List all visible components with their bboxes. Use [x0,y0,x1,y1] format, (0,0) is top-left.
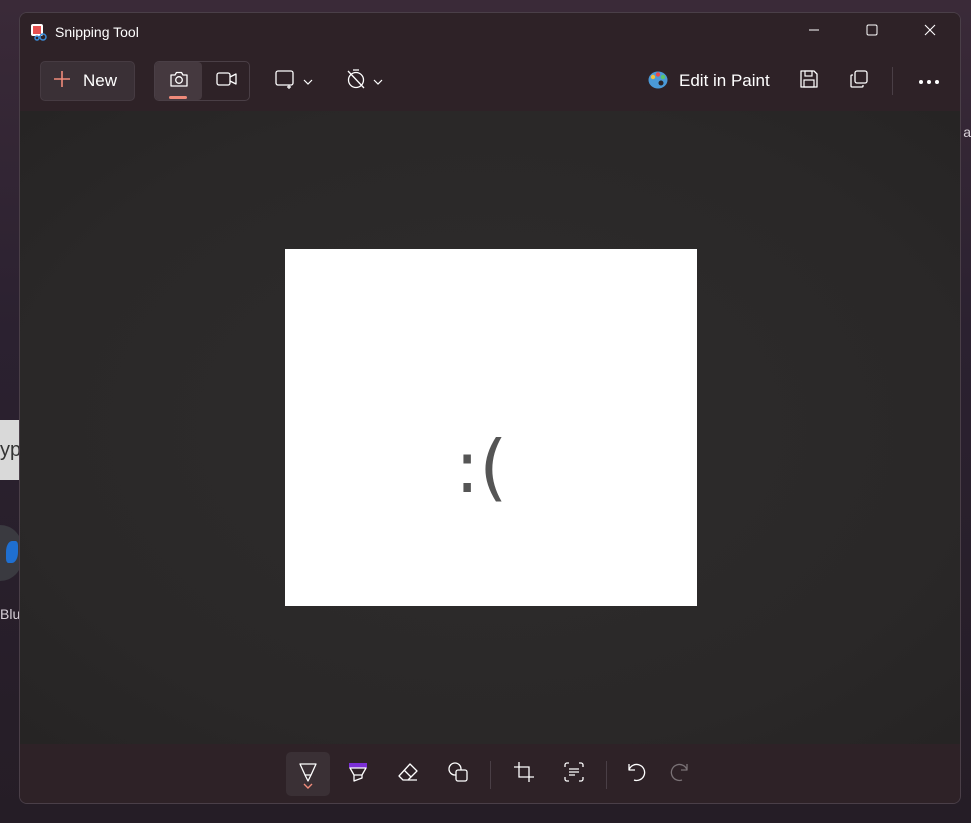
top-toolbar: New Edit in Paint [20,51,960,111]
no-delay-timer-icon [345,68,367,95]
rectangle-snip-icon [275,69,297,94]
crop-button[interactable] [502,752,546,796]
new-snip-button[interactable]: New [40,61,135,101]
snipping-tool-app-icon [30,23,48,41]
maximize-icon [866,23,878,41]
copy-button[interactable] [841,63,877,99]
text-actions-button[interactable] [552,752,596,796]
snip-mode-button[interactable] [155,62,202,100]
highlighter-button[interactable] [336,752,380,796]
record-mode-button[interactable] [203,62,250,100]
highlighter-icon [347,761,369,788]
edit-in-paint-label: Edit in Paint [679,71,770,90]
more-icon [918,72,940,90]
markup-toolbar [20,744,960,803]
snipping-tool-window: Snipping Tool New Edit in Paint:( [19,12,961,804]
copy-icon [849,69,869,94]
close-icon [924,23,936,41]
paint-app-icon [647,68,669,95]
edit-in-paint-button[interactable]: Edit in Paint [647,61,770,101]
redo-button[interactable] [658,752,702,796]
title-bar[interactable]: Snipping Tool [20,13,960,51]
minimize-icon [808,23,820,41]
background-text-fragment: yp [0,439,20,461]
chevron-down-icon [303,72,313,90]
snip-shape-dropdown[interactable] [275,63,325,99]
toolbar-divider [892,67,893,95]
capture-mode-toggle [154,61,250,101]
shapes-button[interactable] [436,752,480,796]
minimize-button[interactable] [785,13,843,51]
redo-icon [669,761,691,788]
eraser-icon [397,761,419,788]
selected-mode-indicator [169,96,187,99]
sad-face-text: :( [455,425,508,509]
more-options-button[interactable] [911,63,947,99]
background-label-fragment-right: a [963,124,971,140]
undo-icon [625,761,647,788]
crop-icon [513,761,535,788]
chevron-down-icon [373,72,383,90]
window-title: Snipping Tool [55,24,139,40]
new-button-label: New [83,71,118,90]
maximize-button[interactable] [843,13,901,51]
delay-timer-dropdown[interactable] [345,63,395,99]
save-button[interactable] [791,63,827,99]
background-label-fragment: Blu [0,606,21,622]
captured-snip-image[interactable]: :( [285,249,697,606]
background-window-fragment: yp [0,420,20,480]
markup-divider [606,761,607,789]
video-icon [215,71,238,92]
text-actions-icon [563,761,585,788]
eraser-button[interactable] [386,752,430,796]
ballpoint-pen-button[interactable] [286,752,330,796]
plus-icon [53,70,71,93]
shapes-icon [447,761,469,788]
snip-canvas[interactable]: :( [20,111,960,744]
markup-divider [490,761,491,789]
save-icon [799,69,819,94]
close-button[interactable] [901,13,959,51]
undo-button[interactable] [614,752,658,796]
pen-options-chevron-icon [303,776,313,794]
camera-icon [169,70,189,93]
